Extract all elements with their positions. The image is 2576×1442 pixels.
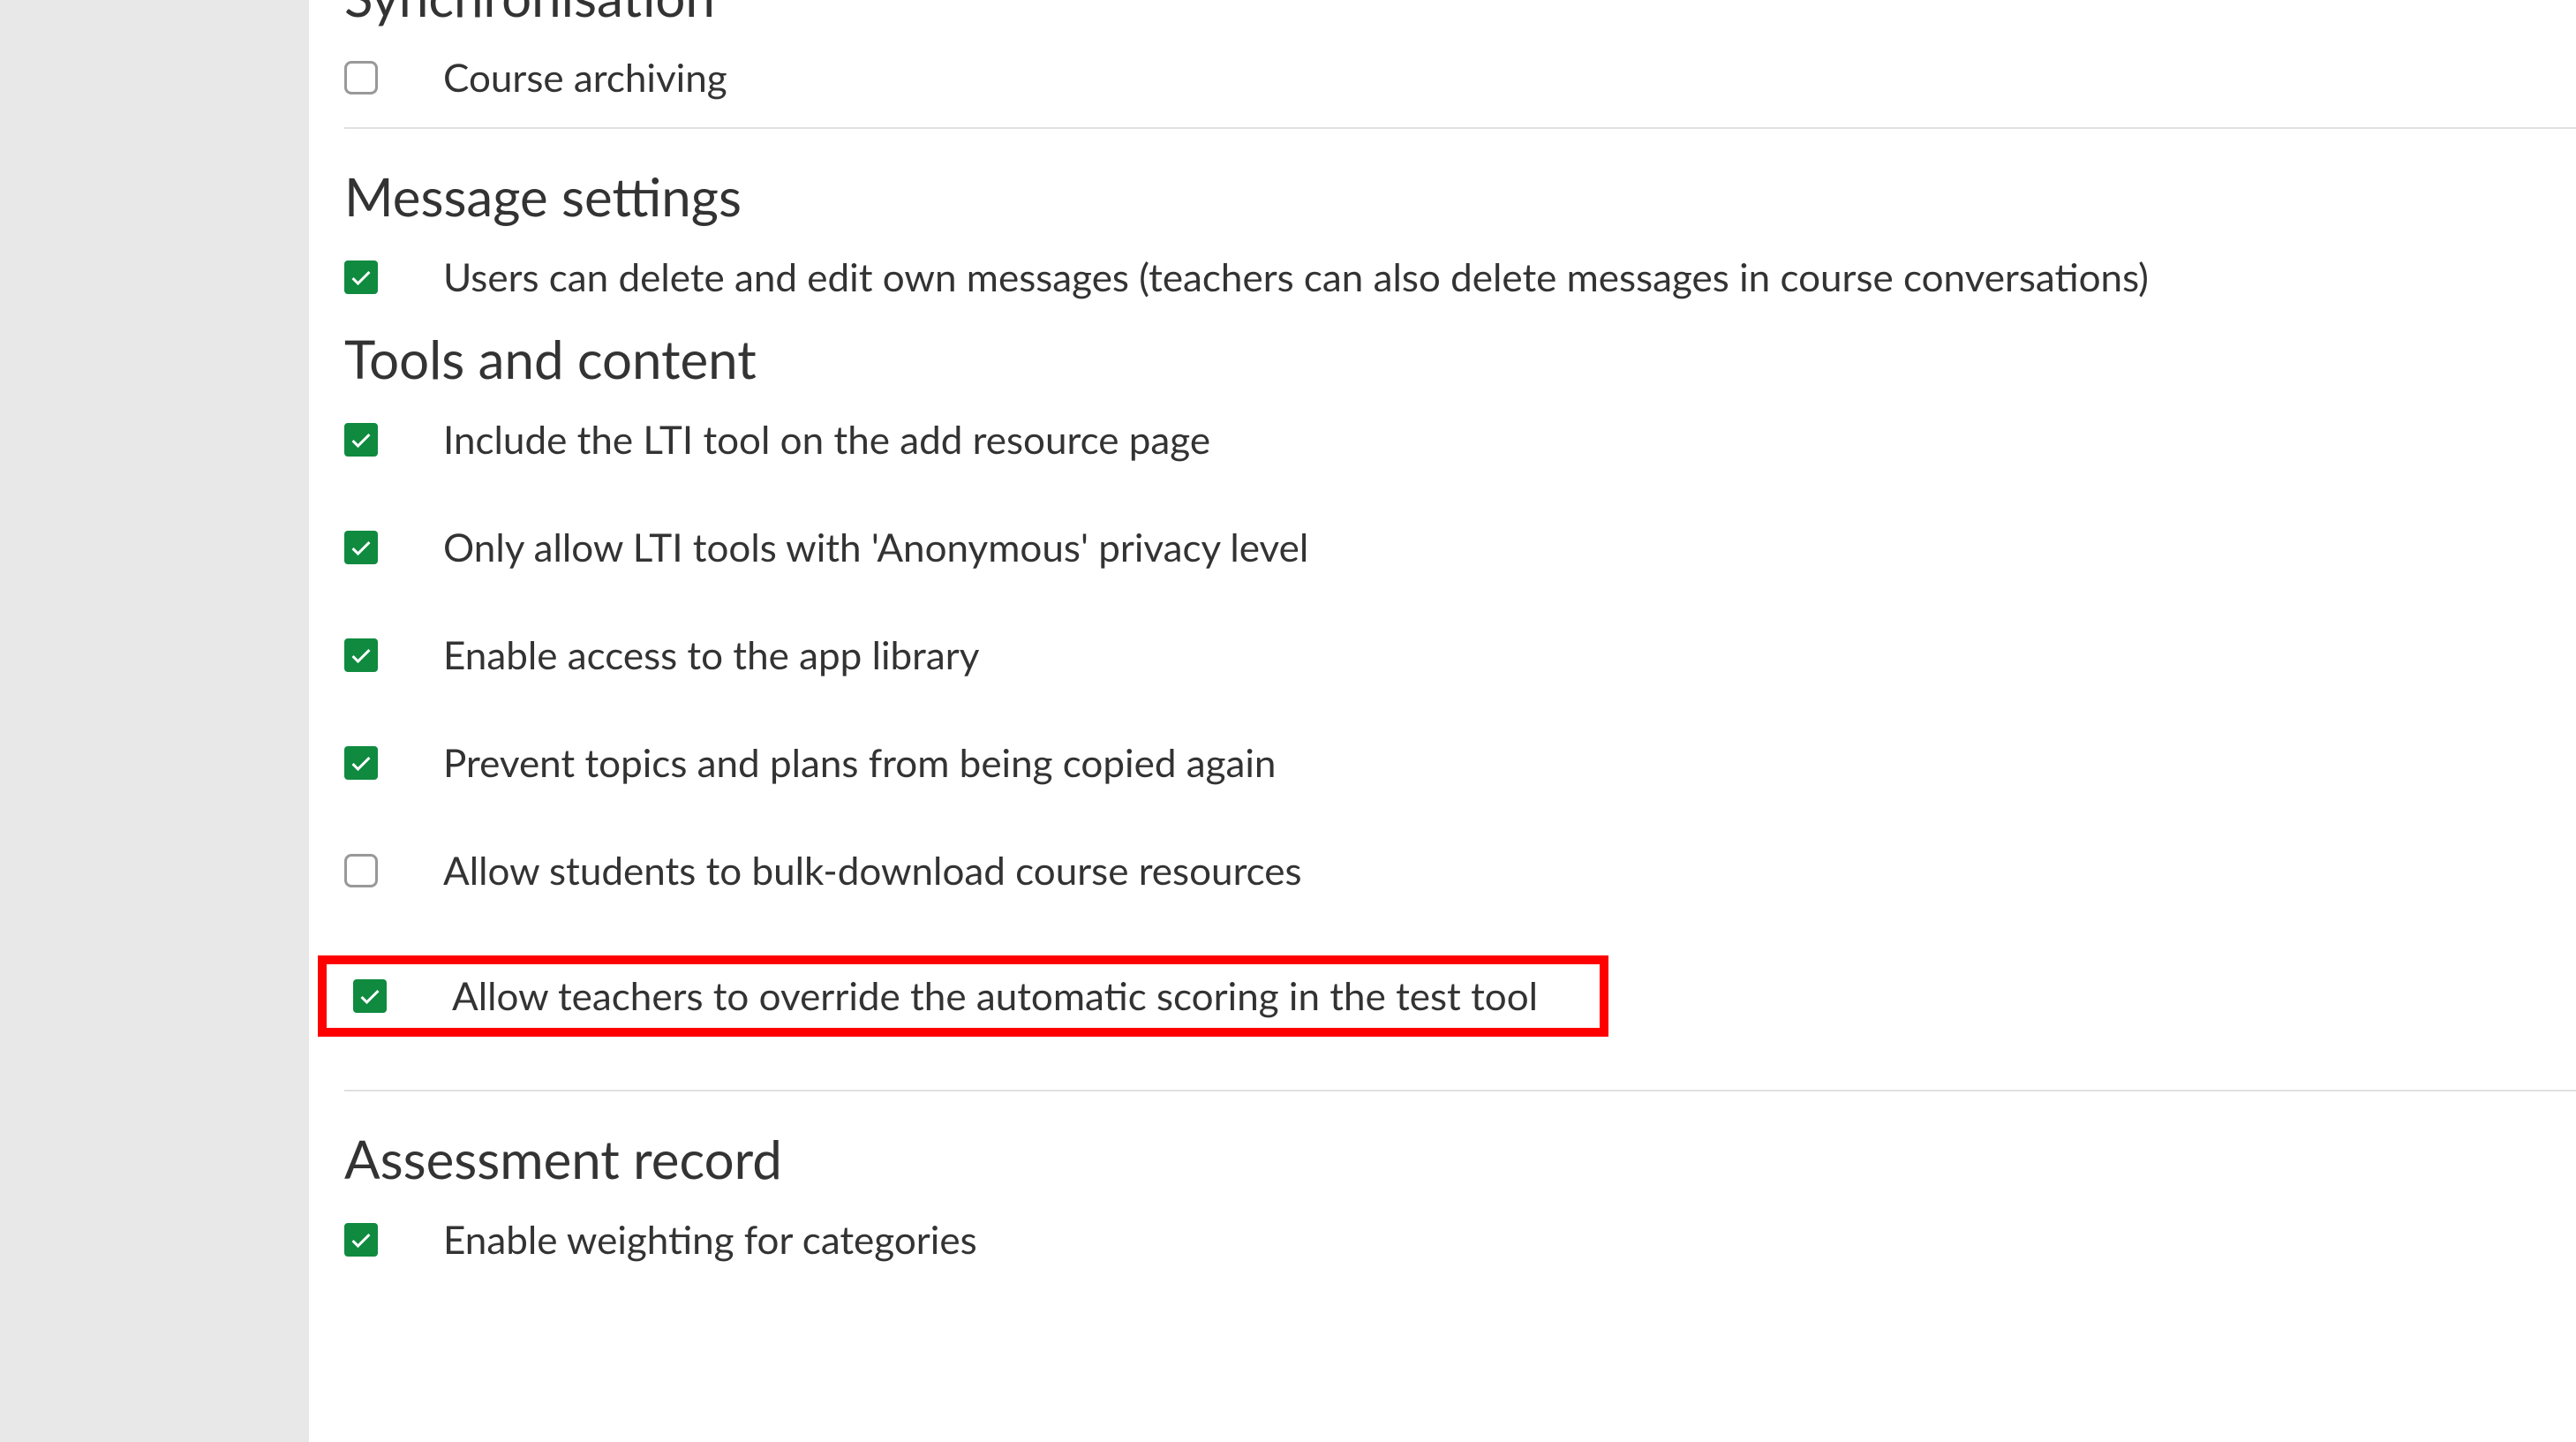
divider xyxy=(344,1090,2576,1091)
divider xyxy=(344,127,2576,129)
check-icon xyxy=(349,427,373,452)
checkbox-course-archiving[interactable] xyxy=(344,61,378,94)
checkbox-only-anonymous-lti[interactable] xyxy=(344,531,378,564)
option-course-archiving: Course archiving xyxy=(344,55,2576,101)
page-container: Synchronisation Course archiving Message… xyxy=(0,0,2576,1442)
check-icon xyxy=(349,643,373,668)
label-bulk-download: Allow students to bulk-download course r… xyxy=(443,848,1302,894)
checkbox-enable-weighting[interactable] xyxy=(344,1223,378,1257)
checkbox-checked-icon xyxy=(344,260,378,294)
option-users-edit-messages: Users can delete and edit own messages (… xyxy=(344,254,2576,300)
option-bulk-download: Allow students to bulk-download course r… xyxy=(344,848,2576,894)
checkbox-include-lti-tool[interactable] xyxy=(344,423,378,457)
section-title-assessment-record: Assessment record xyxy=(344,1127,2576,1190)
section-title-tools-and-content: Tools and content xyxy=(344,327,2576,390)
section-title-message-settings: Message settings xyxy=(344,164,2576,228)
option-prevent-copy: Prevent topics and plans from being copi… xyxy=(344,740,2576,786)
checkbox-users-edit-messages[interactable] xyxy=(344,260,378,294)
checkbox-checked-icon xyxy=(344,531,378,564)
option-override-scoring: Allow teachers to override the automatic… xyxy=(353,973,1538,1019)
checkbox-unchecked-icon xyxy=(344,854,378,887)
label-enable-weighting: Enable weighting for categories xyxy=(443,1217,977,1263)
section-message-settings: Message settings Users can delete and ed… xyxy=(344,164,2576,300)
check-icon xyxy=(349,265,373,290)
option-only-anonymous-lti: Only allow LTI tools with 'Anonymous' pr… xyxy=(344,525,2576,570)
check-icon xyxy=(349,535,373,560)
checkbox-checked-icon xyxy=(344,423,378,457)
option-include-lti-tool: Include the LTI tool on the add resource… xyxy=(344,417,2576,463)
label-users-edit-messages: Users can delete and edit own messages (… xyxy=(443,254,2149,300)
section-assessment-record: Assessment record Enable weighting for c… xyxy=(344,1127,2576,1263)
checkbox-bulk-download[interactable] xyxy=(344,854,378,887)
settings-content-panel: Synchronisation Course archiving Message… xyxy=(309,0,2576,1442)
option-enable-weighting: Enable weighting for categories xyxy=(344,1217,2576,1263)
checkbox-checked-icon xyxy=(344,638,378,672)
check-icon xyxy=(349,751,373,775)
label-enable-app-library: Enable access to the app library xyxy=(443,632,979,678)
checkbox-checked-icon xyxy=(344,746,378,780)
option-enable-app-library: Enable access to the app library xyxy=(344,632,2576,678)
check-icon xyxy=(349,1227,373,1252)
section-title-synchronisation: Synchronisation xyxy=(344,0,2576,28)
section-tools-and-content: Tools and content Include the LTI tool o… xyxy=(344,327,2576,1063)
checkbox-enable-app-library[interactable] xyxy=(344,638,378,672)
section-synchronisation: Synchronisation Course archiving xyxy=(344,0,2576,101)
checkbox-override-scoring[interactable] xyxy=(353,979,387,1013)
check-icon xyxy=(358,984,382,1008)
checkbox-checked-icon xyxy=(353,979,387,1013)
label-course-archiving: Course archiving xyxy=(443,55,727,101)
label-override-scoring: Allow teachers to override the automatic… xyxy=(452,973,1538,1019)
label-include-lti-tool: Include the LTI tool on the add resource… xyxy=(443,417,1210,463)
label-prevent-copy: Prevent topics and plans from being copi… xyxy=(443,740,1276,786)
checkbox-unchecked-icon xyxy=(344,61,378,94)
checkbox-prevent-copy[interactable] xyxy=(344,746,378,780)
checkbox-checked-icon xyxy=(344,1223,378,1257)
highlight-override-scoring: Allow teachers to override the automatic… xyxy=(318,955,1608,1037)
label-only-anonymous-lti: Only allow LTI tools with 'Anonymous' pr… xyxy=(443,525,1308,570)
sidebar-placeholder xyxy=(0,0,309,1442)
